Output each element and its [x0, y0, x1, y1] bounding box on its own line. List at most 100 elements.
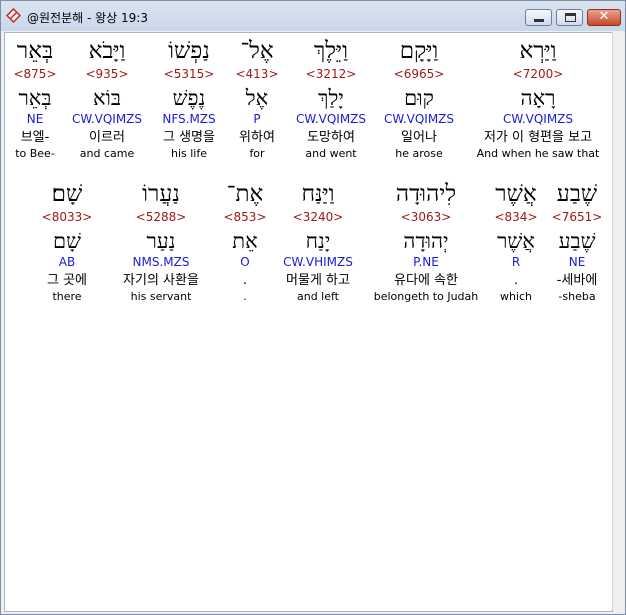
- korean-gloss: 자기의 사환을: [123, 273, 199, 288]
- word-column[interactable]: וַיָּבֹא <935> בּוֹא CW.VQIMZS 이르러 and c…: [68, 38, 146, 161]
- morphology-code: NE: [26, 112, 44, 126]
- english-gloss: And when he saw that: [476, 147, 600, 160]
- lemma: יְהוּדָה: [403, 229, 449, 253]
- hebrew-word: וַיָּקָם: [399, 38, 439, 64]
- lemma: יָנַח: [305, 229, 331, 253]
- strong-number: <413>: [235, 67, 279, 81]
- korean-gloss: 저가 이 형편을 보고: [483, 130, 593, 145]
- english-gloss: .: [243, 290, 247, 303]
- morphology-code: CW.VQIMZS: [295, 112, 367, 126]
- red-diamond-icon[interactable]: [5, 7, 22, 24]
- word-column[interactable]: וַיָּקָם <6965> קוּם CW.VQIMZS 일어나 he ar…: [379, 38, 459, 161]
- minimize-button[interactable]: [525, 9, 552, 26]
- morphology-code: AB: [58, 255, 76, 269]
- word-column-selected[interactable]: וַיַּרְא <7200> רָאָה CW.VQIMZS 저가 이 형편을…: [465, 33, 611, 173]
- word-column[interactable]: בְּאֵר <875> בְּאֵר NE 브엘- to Bee-: [5, 38, 65, 161]
- hebrew-word: אֶל־: [240, 38, 274, 64]
- word-column[interactable]: שֶׁבַע <7651> שֶׁבַע NE -세바에 -sheba: [547, 181, 607, 304]
- english-gloss: -sheba: [558, 290, 596, 303]
- close-button[interactable]: ✕: [587, 9, 621, 26]
- morphology-code: CW.VQIMZS: [502, 112, 574, 126]
- strong-number: <7200>: [512, 67, 564, 81]
- english-gloss: his life: [170, 147, 207, 160]
- hebrew-word: וַיָּבֹא: [88, 38, 126, 64]
- korean-gloss: .: [242, 273, 248, 288]
- window-title: @원전분해 - 왕상 19:3: [27, 11, 148, 25]
- word-column[interactable]: וַיֵּלֶךְ <3212> יָלַךְ CW.VQIMZS 도망하여 a…: [291, 38, 371, 161]
- hebrew-word: נַפְשׁוֹ: [168, 38, 210, 64]
- morphology-code: P.NE: [413, 255, 439, 269]
- strong-number: <5315>: [163, 67, 215, 81]
- lemma: נֶפֶשׁ: [172, 86, 206, 110]
- strong-number: <3212>: [305, 67, 357, 81]
- morphology-code: O: [240, 255, 250, 269]
- korean-gloss: 도망하여: [307, 130, 355, 145]
- korean-gloss: 유다에 속한: [394, 273, 458, 288]
- strong-number: <6965>: [393, 67, 445, 81]
- hebrew-word: שָׁם׃: [51, 181, 83, 207]
- lemma: אֵת: [232, 229, 258, 253]
- word-column[interactable]: נַפְשׁוֹ <5315> נֶפֶשׁ NFS.MZS 그 생명을 his…: [152, 38, 226, 161]
- word-analysis-panel: בְּאֵר <875> בְּאֵר NE 브엘- to Bee- וַיָּ…: [4, 32, 613, 612]
- vertical-scrollbar[interactable]: [612, 32, 625, 610]
- lemma: שֶׁבַע: [558, 229, 596, 253]
- english-gloss: and left: [296, 290, 339, 303]
- hebrew-word: נַעֲרוֹ: [142, 181, 180, 207]
- morphology-code: NMS.MZS: [132, 255, 190, 269]
- hebrew-word: לִיהוּדָה: [395, 181, 457, 207]
- morphology-code: CW.VHIMZS: [283, 255, 353, 269]
- strong-number: <935>: [85, 67, 129, 81]
- minimize-icon: [534, 19, 544, 22]
- hebrew-word: וַיֵּלֶךְ: [314, 38, 348, 64]
- maximize-icon: [565, 13, 576, 22]
- word-column[interactable]: נַעֲרוֹ <5288> נַעַר NMS.MZS 자기의 사환을 his…: [111, 181, 211, 304]
- morphology-code: CW.VQIMZS: [383, 112, 455, 126]
- word-column[interactable]: אֶת־ <853> אֵת O . .: [219, 181, 271, 304]
- lemma: יָלַךְ: [318, 86, 344, 110]
- word-column[interactable]: וַיַּנַּח <3240> יָנַח CW.VHIMZS 머물게 하고 …: [275, 181, 361, 304]
- strong-number: <5288>: [135, 210, 187, 224]
- english-gloss: to Bee-: [15, 147, 55, 160]
- korean-gloss: 위하여: [239, 130, 275, 145]
- hebrew-word: וַיַּנַּח: [301, 181, 335, 207]
- morphology-code: NFS.MZS: [162, 112, 216, 126]
- word-column[interactable]: לִיהוּדָה <3063> יְהוּדָה P.NE 유다에 속한 be…: [367, 181, 485, 304]
- korean-gloss: -세바에: [556, 273, 598, 288]
- title-bar[interactable]: @원전분해 - 왕상 19:3 ✕: [1, 1, 625, 31]
- word-column[interactable]: שָׁם׃ <8033> שָׁם AB 그 곳에 there: [33, 181, 101, 304]
- korean-gloss: 일어나: [401, 130, 437, 145]
- maximize-button[interactable]: [556, 9, 583, 26]
- strong-number: <853>: [223, 210, 267, 224]
- hebrew-word: בְּאֵר: [16, 38, 54, 64]
- lemma: בּוֹא: [92, 86, 122, 110]
- strong-number: <875>: [13, 67, 57, 81]
- korean-gloss: 그 생명을: [163, 130, 215, 145]
- english-gloss: and came: [79, 147, 135, 160]
- english-gloss: he arose: [395, 147, 443, 160]
- lemma: שָׁם: [53, 229, 81, 253]
- hebrew-word: אֶת־: [226, 181, 264, 207]
- lemma: רָאָה: [520, 86, 556, 110]
- morphology-code: R: [511, 255, 521, 269]
- korean-gloss: 그 곳에: [46, 273, 87, 288]
- hebrew-word: וַיַּרְא: [519, 38, 557, 64]
- lemma: אֲשֶׁר: [497, 229, 535, 253]
- english-gloss: there: [52, 290, 82, 303]
- word-column[interactable]: אֲשֶׁר <834> אֲשֶׁר R . which: [489, 181, 543, 304]
- korean-gloss: 브엘-: [20, 130, 50, 145]
- english-gloss: which: [499, 290, 533, 303]
- strong-number: <8033>: [41, 210, 93, 224]
- english-gloss: and went: [305, 147, 357, 160]
- lemma: אֶל: [245, 86, 269, 110]
- strong-number: <834>: [494, 210, 538, 224]
- morphology-code: P: [253, 112, 261, 126]
- lemma: בְּאֵר: [18, 86, 52, 110]
- close-icon: ✕: [598, 9, 610, 24]
- english-gloss: belongeth to Judah: [373, 290, 479, 303]
- korean-gloss: .: [513, 273, 519, 288]
- word-column[interactable]: אֶל־ <413> אֶל P 위하여 for: [231, 38, 283, 161]
- hebrew-word: אֲשֶׁר: [495, 181, 537, 207]
- english-gloss: his servant: [130, 290, 192, 303]
- hebrew-word: שֶׁבַע: [556, 181, 598, 207]
- morphology-code: CW.VQIMZS: [71, 112, 143, 126]
